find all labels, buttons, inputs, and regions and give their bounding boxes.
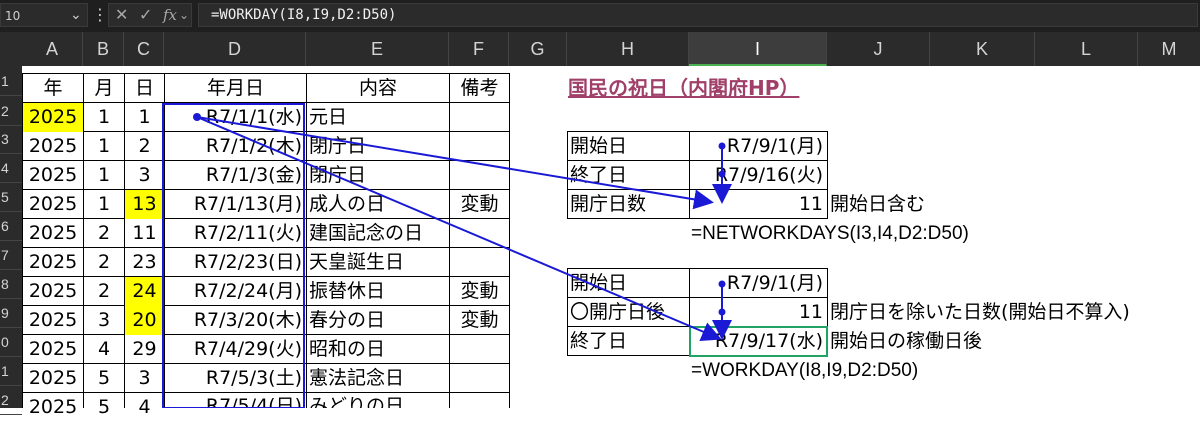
trace-arrow xyxy=(196,116,714,210)
trace-arrows-overlay xyxy=(162,103,732,408)
trace-arrow xyxy=(196,116,722,341)
range-outline xyxy=(162,103,305,408)
